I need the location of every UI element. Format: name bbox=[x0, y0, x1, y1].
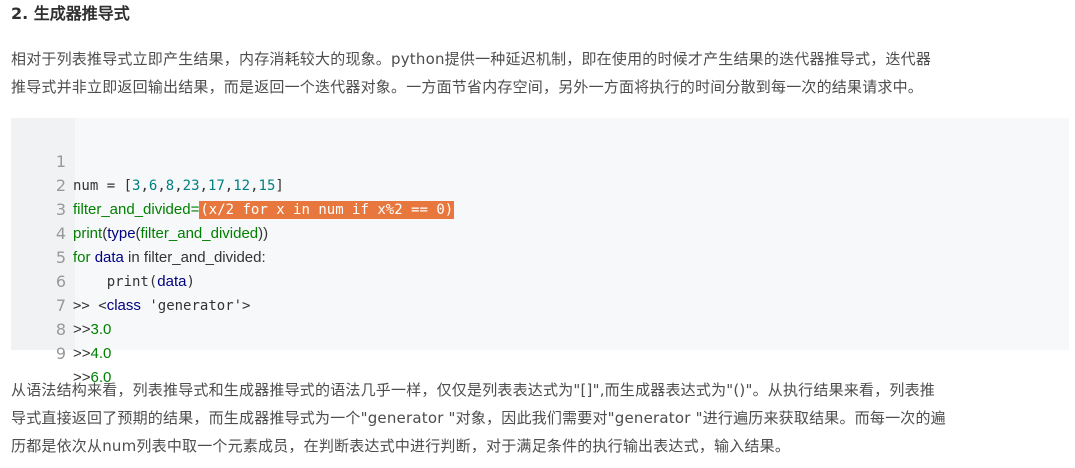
code-line-8: 8 >>4.0 bbox=[11, 294, 1069, 362]
paragraph-line: 历都是依次从num列表中取一个元素成员，在判断表达式中进行判断，对于满足条件的执… bbox=[11, 437, 791, 455]
code-line-9: 9 >>6.0 bbox=[11, 318, 1069, 386]
code-line-7: 7 >>3.0 bbox=[11, 270, 1069, 338]
section-heading: 2. 生成器推导式 bbox=[11, 4, 130, 23]
line-number: 9 bbox=[55, 344, 66, 363]
code-block: 1 num = [3,6,8,23,17,12,15] 2 filter_and… bbox=[11, 118, 1069, 386]
code-line-1: 1 num = [3,6,8,23,17,12,15] bbox=[11, 126, 1069, 194]
code-line-4: 4 for data in filter_and_divided: bbox=[11, 198, 1069, 266]
code-line-6: 6 >> <class 'generator'> bbox=[11, 246, 1069, 314]
number-token: 4.0 bbox=[90, 345, 112, 362]
code-line-5: 5 print(data) bbox=[11, 222, 1069, 290]
code-line-3: 3 print(type(filter_and_divided)) bbox=[11, 174, 1069, 242]
paragraph-line: 从语法结构来看，列表推导式和生成器推导式的语法几乎一样，仅仅是列表表达式为"[]… bbox=[11, 381, 935, 399]
explanation-paragraph: 从语法结构来看，列表推导式和生成器推导式的语法几乎一样，仅仅是列表表达式为"[]… bbox=[11, 376, 1069, 460]
code-token: >> bbox=[73, 345, 91, 362]
paragraph-line: 导式直接返回了预期的结果，而生成器推导式为一个"generator "对象，因此… bbox=[11, 409, 946, 427]
code-text: >>4.0 bbox=[73, 342, 111, 366]
paragraph-line: 相对于列表推导式立即产生结果，内存消耗较大的现象。python提供一种延迟机制，… bbox=[11, 50, 932, 68]
code-line-2: 2 filter_and_divided=(x/2 for x in num i… bbox=[11, 150, 1069, 219]
paragraph-line: 推导式并非立即返回输出结果，而是返回一个迭代器对象。一方面节省内存空间，另外一方… bbox=[11, 78, 924, 96]
intro-paragraph: 相对于列表推导式立即产生结果，内存消耗较大的现象。python提供一种延迟机制，… bbox=[11, 45, 1069, 101]
